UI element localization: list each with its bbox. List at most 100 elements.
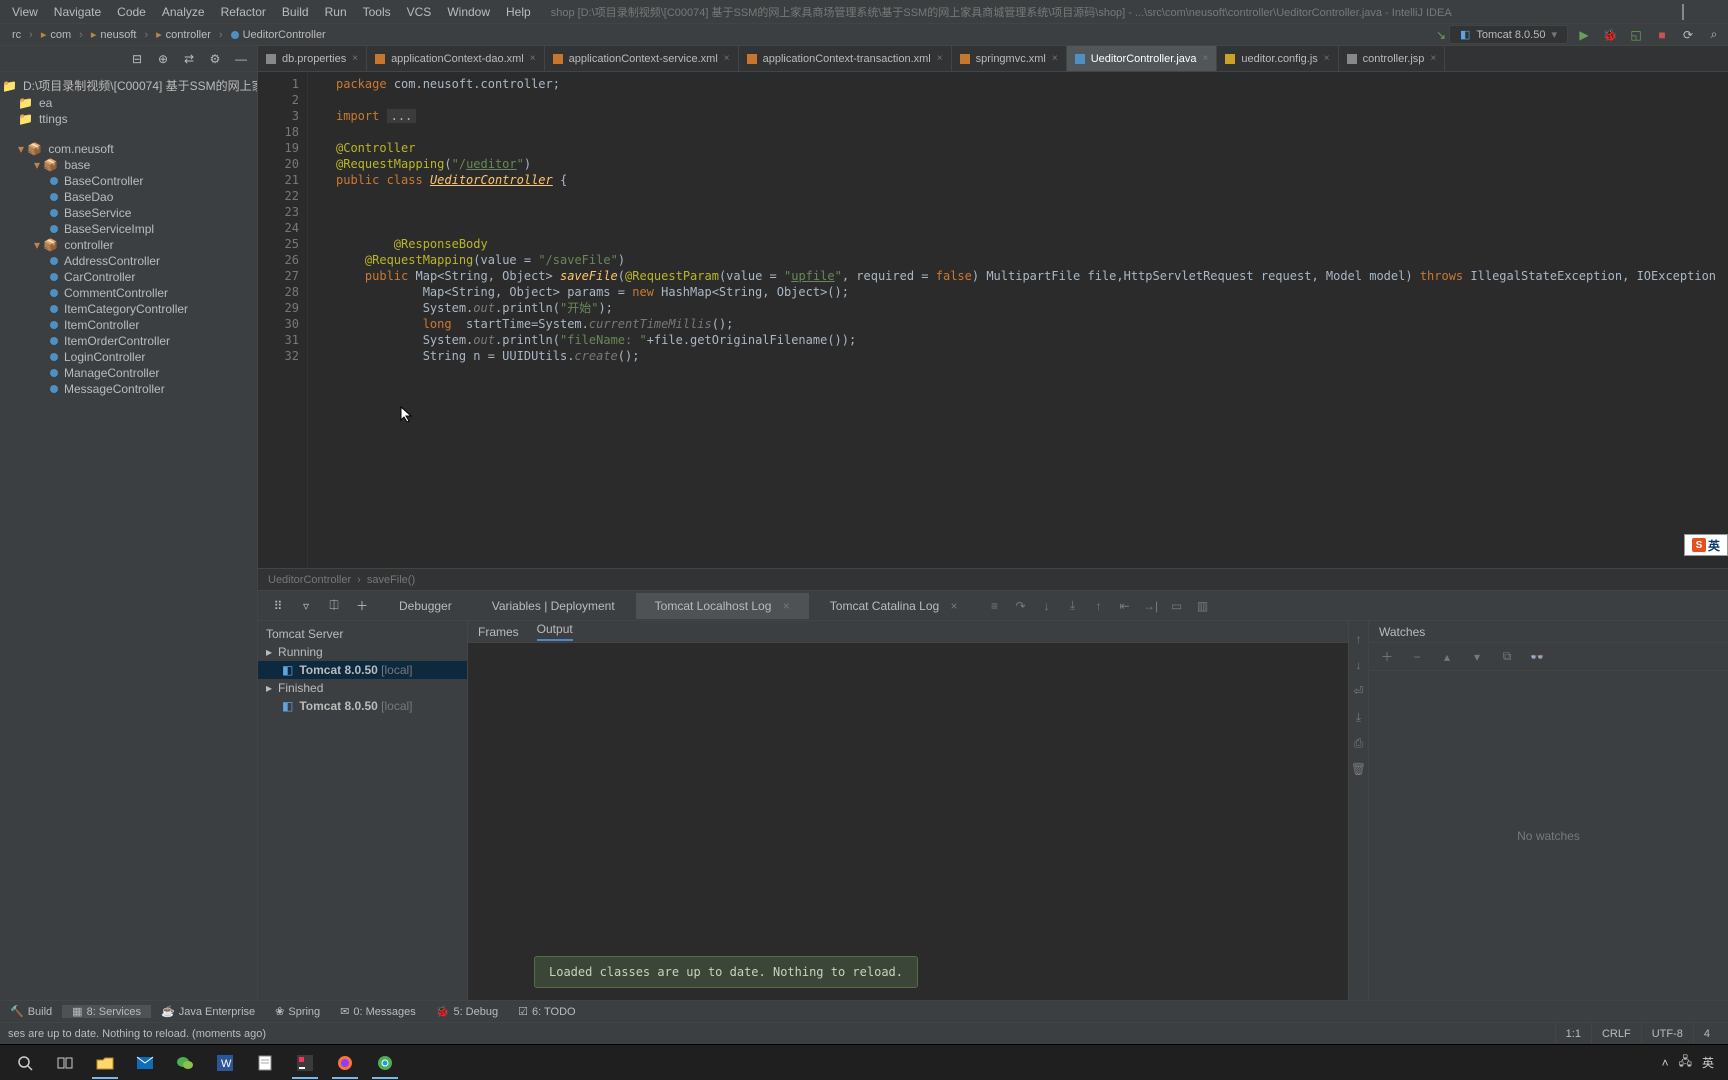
debug-icon[interactable]: 🐞 (1602, 27, 1618, 43)
btab-todo[interactable]: ☑ 6: TODO (508, 1005, 585, 1018)
watch-glasses-icon[interactable]: 👓 (1529, 649, 1545, 665)
status-caret[interactable]: 1:1 (1555, 1023, 1591, 1044)
code-editor[interactable]: package com.neusoft.controller; import .… (330, 72, 1728, 568)
status-eol[interactable]: CRLF (1591, 1023, 1641, 1044)
subtab-output[interactable]: Output (537, 622, 573, 641)
scroll-end-icon[interactable]: ⤓ (1351, 709, 1367, 725)
btab-messages[interactable]: ✉ 0: Messages (330, 1005, 426, 1018)
status-indent[interactable]: 4 (1693, 1023, 1720, 1044)
crumb-com[interactable]: ▸com (35, 28, 77, 41)
task-chrome[interactable] (366, 1047, 404, 1079)
crumb-method-bottom[interactable]: saveFile() (367, 574, 415, 586)
tree-item[interactable]: CarController (0, 269, 257, 285)
crumb-controller[interactable]: ▸controller (150, 28, 217, 41)
task-firefox[interactable] (326, 1047, 364, 1079)
tree-item[interactable]: ItemCategoryController (0, 301, 257, 317)
tree-item[interactable]: AddressController (0, 253, 257, 269)
step-over-icon[interactable]: ↷ (1013, 598, 1029, 614)
crumb-neusoft[interactable]: ▸neusoft (85, 28, 143, 41)
force-step-icon[interactable]: ⤓ (1065, 598, 1081, 614)
clear-icon[interactable]: 🗑 (1351, 761, 1367, 777)
tw-add-icon[interactable]: ＋ (354, 598, 370, 614)
tw-tab-catalina-log[interactable]: Tomcat Catalina Log × (811, 593, 977, 619)
btab-java-enterprise[interactable]: ☕ Java Enterprise (151, 1005, 265, 1018)
editor-tab[interactable]: springmvc.xml× (952, 46, 1067, 71)
tree-item[interactable]: 📁ttings (0, 111, 257, 127)
tree-item[interactable]: ▾ 📦controller (0, 237, 257, 253)
print-icon[interactable]: ⎙ (1351, 735, 1367, 751)
btab-services[interactable]: ▦ 8: Services (62, 1005, 151, 1018)
editor-tab[interactable]: UeditorController.java× (1067, 46, 1218, 71)
menu-refactor[interactable]: Refactor (213, 2, 274, 22)
btab-debug[interactable]: 🐞 5: Debug (426, 1005, 508, 1018)
watch-down-icon[interactable]: ▾ (1469, 649, 1485, 665)
server-item[interactable]: ◧Tomcat 8.0.50 [local] (258, 661, 467, 679)
menu-build[interactable]: Build (274, 2, 317, 22)
menu-run[interactable]: Run (317, 2, 355, 22)
server-group[interactable]: ▸Running (258, 643, 467, 661)
editor-tab[interactable]: applicationContext-transaction.xml× (739, 46, 952, 71)
menu-code[interactable]: Code (109, 2, 154, 22)
window-maximize[interactable] (1682, 5, 1696, 19)
server-group[interactable]: ▸Finished (258, 679, 467, 697)
search-icon[interactable]: ⌕ (1706, 27, 1722, 43)
server-item[interactable]: ◧Tomcat 8.0.50 [local] (258, 697, 467, 715)
subtab-frames[interactable]: Frames (478, 625, 519, 639)
task-wechat[interactable] (166, 1047, 204, 1079)
tree-item[interactable]: ▾ 📦base (0, 157, 257, 173)
build-icon[interactable]: ↘ (1433, 27, 1449, 43)
status-enc[interactable]: UTF-8 (1641, 1023, 1693, 1044)
collapse-icon[interactable]: ⊟ (129, 51, 145, 67)
hide-icon[interactable]: — (233, 51, 249, 67)
crumb-class[interactable]: UeditorController (225, 29, 332, 41)
watch-up-icon[interactable]: ▴ (1439, 649, 1455, 665)
run-config-select[interactable]: ◧ Tomcat 8.0.50 ▾ (1449, 25, 1568, 44)
watch-add-icon[interactable]: ＋ (1379, 649, 1395, 665)
tw-tree-icon[interactable]: ⎅ (326, 598, 342, 614)
tree-item[interactable]: LoginController (0, 349, 257, 365)
stop-icon[interactable]: ■ (1654, 27, 1670, 43)
layout-icon[interactable]: ▥ (1195, 598, 1211, 614)
editor-tab[interactable]: db.properties× (258, 46, 367, 71)
menu-view[interactable]: View (4, 2, 46, 22)
coverage-icon[interactable]: ◱ (1628, 27, 1644, 43)
task-taskview[interactable] (46, 1047, 84, 1079)
task-notes[interactable] (246, 1047, 284, 1079)
crumb-class-bottom[interactable]: UeditorController (268, 574, 351, 586)
menu-analyze[interactable]: Analyze (154, 2, 213, 22)
tree-item[interactable]: ManageController (0, 365, 257, 381)
tree-root[interactable]: 📁D:\项目录制视频\[C00074] 基于SSM的网上家具商 (0, 76, 257, 95)
tree-item[interactable]: BaseServiceImpl (0, 221, 257, 237)
watch-copy-icon[interactable]: ⧉ (1499, 649, 1515, 665)
menu-vcs[interactable]: VCS (399, 2, 440, 22)
drop-frame-icon[interactable]: ⇤ (1117, 598, 1133, 614)
menu-navigate[interactable]: Navigate (46, 2, 109, 22)
ime-indicator[interactable]: S英 (1684, 534, 1728, 556)
editor-tab[interactable]: applicationContext-dao.xml× (367, 46, 545, 71)
task-explorer[interactable] (86, 1047, 124, 1079)
editor-tab[interactable]: applicationContext-service.xml× (545, 46, 739, 71)
tw-filter-icon[interactable]: ▿ (298, 598, 314, 614)
tree-item[interactable]: CommentController (0, 285, 257, 301)
tree-item[interactable]: ▾ 📦com.neusoft (0, 141, 257, 157)
watch-remove-icon[interactable]: − (1409, 649, 1425, 665)
tree-item[interactable]: BaseService (0, 205, 257, 221)
run-icon[interactable]: ▶ (1576, 27, 1592, 43)
nav-down-icon[interactable]: ↓ (1351, 657, 1367, 673)
step-into-icon[interactable]: ↓ (1039, 598, 1055, 614)
run-to-cursor-icon[interactable]: →| (1143, 598, 1159, 614)
crumb-src[interactable]: rc (6, 29, 27, 41)
task-search[interactable] (6, 1047, 44, 1079)
tree-item[interactable]: 📁ea (0, 95, 257, 111)
tray-chevron-icon[interactable]: ˄ (1662, 1056, 1669, 1070)
evaluate-icon[interactable]: ▭ (1169, 598, 1185, 614)
expand-icon[interactable]: ⊕ (155, 51, 171, 67)
show-exec-icon[interactable]: ≡ (987, 598, 1003, 614)
task-intellij[interactable] (286, 1047, 324, 1079)
tw-tab-localhost-log[interactable]: Tomcat Localhost Log × (636, 593, 809, 619)
tree-item[interactable]: BaseController (0, 173, 257, 189)
editor-tab[interactable]: controller.jsp× (1339, 46, 1446, 71)
window-close[interactable] (1704, 5, 1718, 19)
wrap-icon[interactable]: ⏎ (1351, 683, 1367, 699)
editor-tab[interactable]: ueditor.config.js× (1217, 46, 1338, 71)
